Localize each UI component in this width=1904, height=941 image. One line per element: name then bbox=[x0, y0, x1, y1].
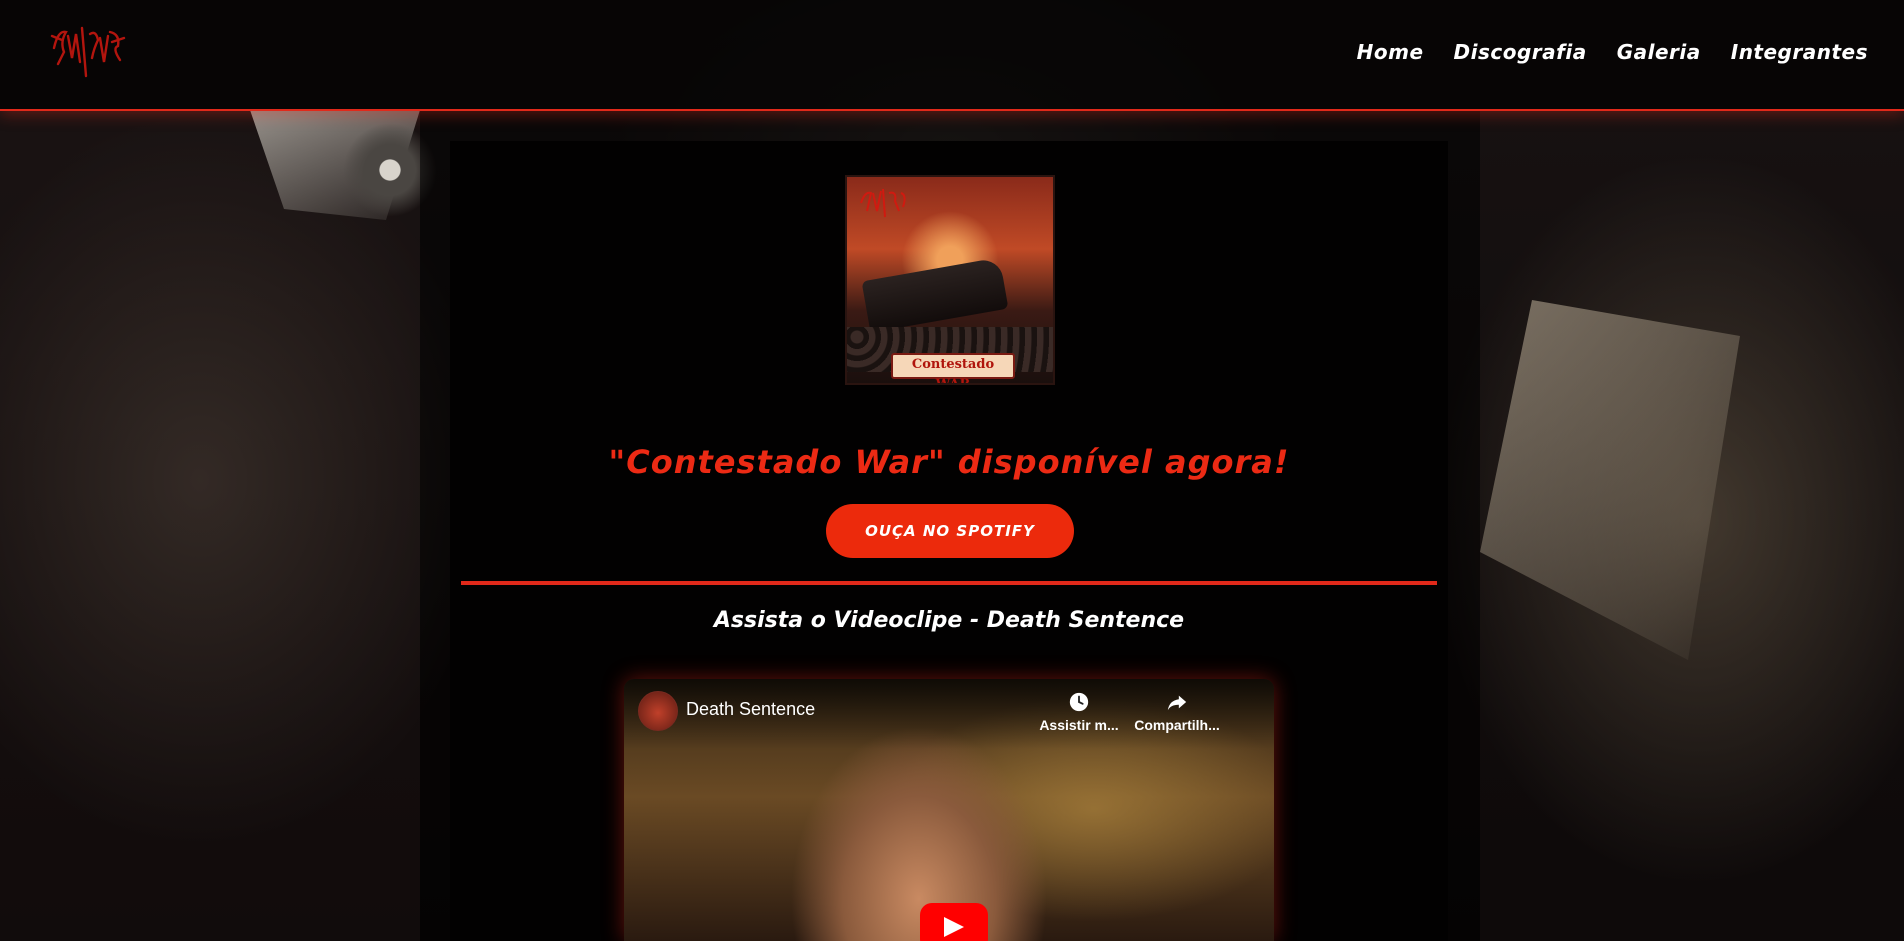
logo-icon bbox=[50, 26, 126, 78]
section-divider bbox=[461, 581, 1437, 585]
page: Home Discografia Galeria Integrantes Con… bbox=[0, 0, 1904, 941]
nav-home[interactable]: Home bbox=[1357, 40, 1424, 64]
cover-title: Contestado WAR bbox=[891, 353, 1015, 383]
play-button[interactable] bbox=[920, 903, 988, 941]
album-cover: Contestado WAR bbox=[845, 175, 1055, 385]
video-section-heading: Assista o Videoclipe - Death Sentence bbox=[713, 608, 1185, 633]
main-panel: Contestado WAR "Contestado War" disponív… bbox=[450, 141, 1448, 941]
video-title[interactable]: Death Sentence bbox=[686, 699, 815, 720]
watch-later-label: Assistir m... bbox=[1039, 717, 1119, 733]
play-icon bbox=[944, 917, 964, 937]
youtube-embed[interactable]: Death Sentence Assistir m... Compartilh.… bbox=[624, 679, 1274, 941]
cover-train-art bbox=[861, 257, 1009, 333]
channel-avatar[interactable] bbox=[638, 691, 678, 731]
release-headline: "Contestado War" disponível agora! bbox=[608, 443, 1290, 481]
share-button[interactable]: Compartilh... bbox=[1132, 691, 1222, 733]
band-logo[interactable] bbox=[48, 18, 126, 80]
spotify-button[interactable]: OUÇA NO SPOTIFY bbox=[826, 504, 1074, 558]
share-icon bbox=[1167, 695, 1187, 711]
watch-later-button[interactable]: Assistir m... bbox=[1034, 691, 1124, 733]
site-header: Home Discografia Galeria Integrantes bbox=[0, 0, 1904, 111]
nav-galeria[interactable]: Galeria bbox=[1617, 40, 1701, 64]
share-label: Compartilh... bbox=[1134, 717, 1220, 733]
background-left-photo bbox=[0, 110, 420, 941]
clock-icon bbox=[1069, 692, 1089, 712]
cover-logo-icon bbox=[860, 188, 906, 218]
main-nav: Home Discografia Galeria Integrantes bbox=[1357, 40, 1868, 64]
nav-integrantes[interactable]: Integrantes bbox=[1731, 40, 1868, 64]
nav-discografia[interactable]: Discografia bbox=[1454, 40, 1587, 64]
